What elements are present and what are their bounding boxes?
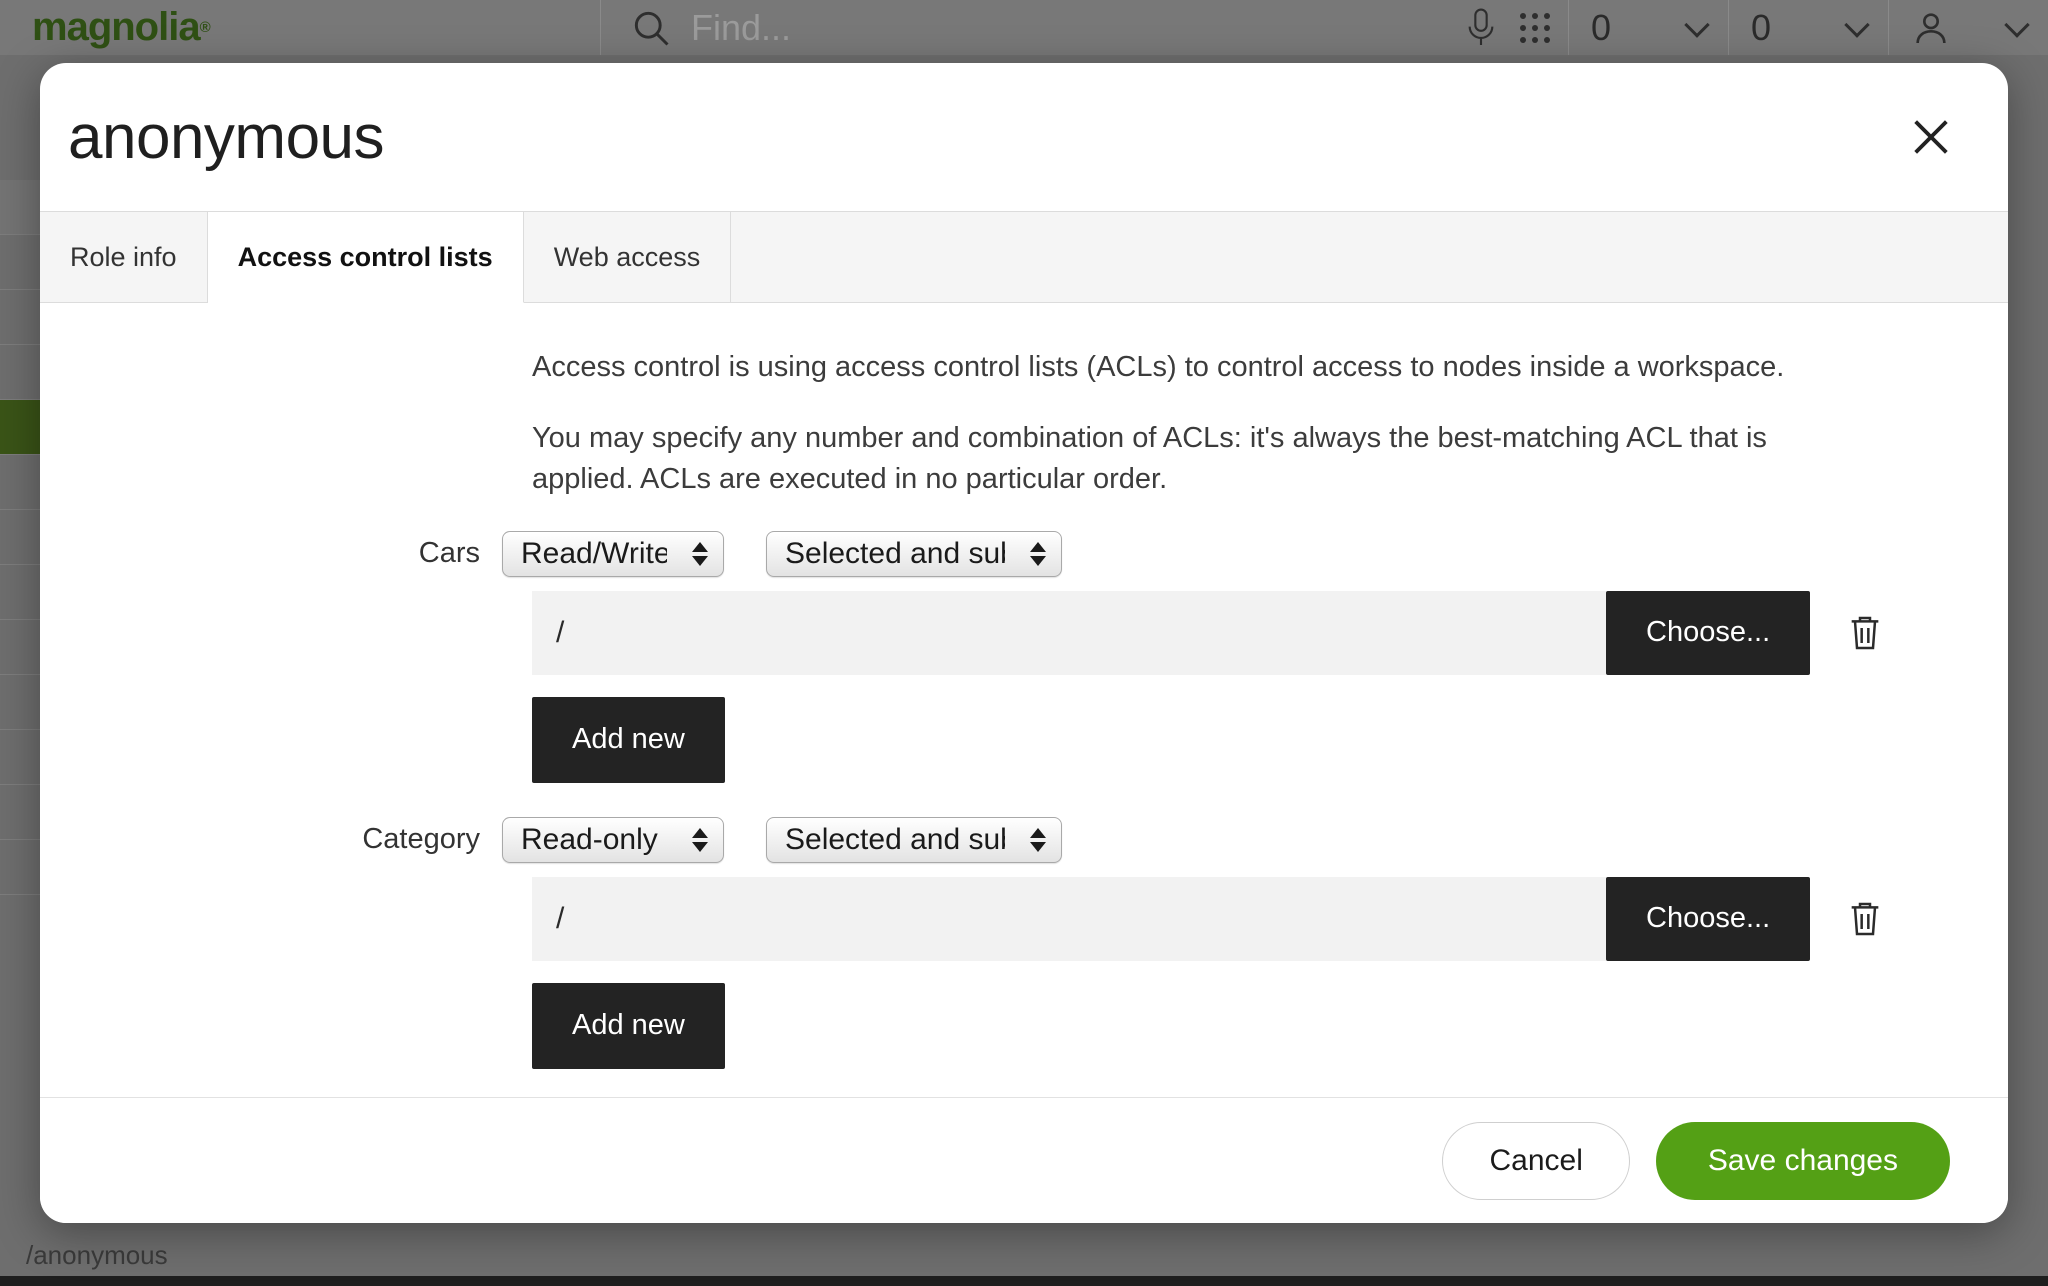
dialog-tabs: Role info Access control lists Web acces… [40,211,2008,303]
trash-icon [1845,897,1885,941]
pending-counter-two[interactable]: 0 [1728,0,1888,55]
magnolia-logo[interactable]: magnolia® [0,0,600,55]
top-bar: magnolia® Find... 0 0 [0,0,2048,55]
global-search[interactable]: Find... [600,0,1568,55]
path-field-cars[interactable]: / [532,591,1606,675]
chevron-down-icon [1844,12,1869,37]
page-title: anonymous [68,102,384,173]
role-edit-dialog: anonymous Role info Access control lists… [40,63,2008,1223]
dialog-footer: Cancel Save changes [40,1097,2008,1223]
scope-select-cars[interactable]: Selected and sub n [766,531,1062,577]
chevron-down-icon [1684,12,1709,37]
tab-access-control-lists[interactable]: Access control lists [208,212,524,303]
save-changes-button[interactable]: Save changes [1656,1122,1950,1200]
intro-paragraph-2: You may specify any number and combinati… [532,418,1832,500]
add-new-button-category[interactable]: Add new [532,983,725,1069]
permission-select-cars[interactable]: Read/Write [502,531,724,577]
cancel-button[interactable]: Cancel [1442,1122,1629,1200]
scope-select-category[interactable]: Selected and sub n [766,817,1062,863]
delete-acl-button-cars[interactable] [1810,591,1920,675]
tab-web-access[interactable]: Web access [524,212,732,302]
intro-text: Access control is using access control l… [532,347,1832,501]
counter-one-value: 0 [1591,7,1611,49]
permission-select-wrap-cars: Read/Write [502,531,724,577]
path-field-category[interactable]: / [532,877,1606,961]
intro-paragraph-1: Access control is using access control l… [532,347,1832,388]
search-icon [629,6,673,50]
logo-text: magnolia [32,5,200,50]
tab-role-info[interactable]: Role info [40,212,208,302]
bottom-strip [0,1276,2048,1286]
add-new-button-cars[interactable]: Add new [532,697,725,783]
close-icon [1908,114,1954,160]
permission-select-category[interactable]: Read-only [502,817,724,863]
logo-registered-mark: ® [200,19,210,36]
delete-acl-button-category[interactable] [1810,877,1920,961]
scope-select-wrap-category: Selected and sub n [766,817,1062,863]
apps-grid-icon[interactable] [1520,13,1550,43]
permission-select-wrap-category: Read-only [502,817,724,863]
dialog-body: Access control is using access control l… [40,303,2008,1097]
search-placeholder: Find... [691,7,791,49]
current-path-label: /anonymous [26,1240,168,1271]
choose-button-category[interactable]: Choose... [1606,877,1810,961]
acl-label-category: Category [40,823,502,856]
trash-icon [1845,611,1885,655]
tab-filler [731,212,2008,302]
chevron-down-icon [2004,12,2029,37]
acl-label-cars: Cars [40,537,502,570]
acl-group-category: Category Read-only Selected and sub n / … [40,817,2008,1069]
close-button[interactable] [1898,104,1964,170]
pending-counter-one[interactable]: 0 [1568,0,1728,55]
user-menu[interactable] [1888,0,2048,55]
microphone-icon[interactable] [1464,6,1498,50]
scope-select-wrap-cars: Selected and sub n [766,531,1062,577]
counter-two-value: 0 [1751,7,1771,49]
user-avatar-icon [1911,8,1951,48]
choose-button-cars[interactable]: Choose... [1606,591,1810,675]
acl-group-cars: Cars Read/Write Selected and sub n / Cho… [40,531,2008,783]
dialog-header: anonymous [40,63,2008,211]
